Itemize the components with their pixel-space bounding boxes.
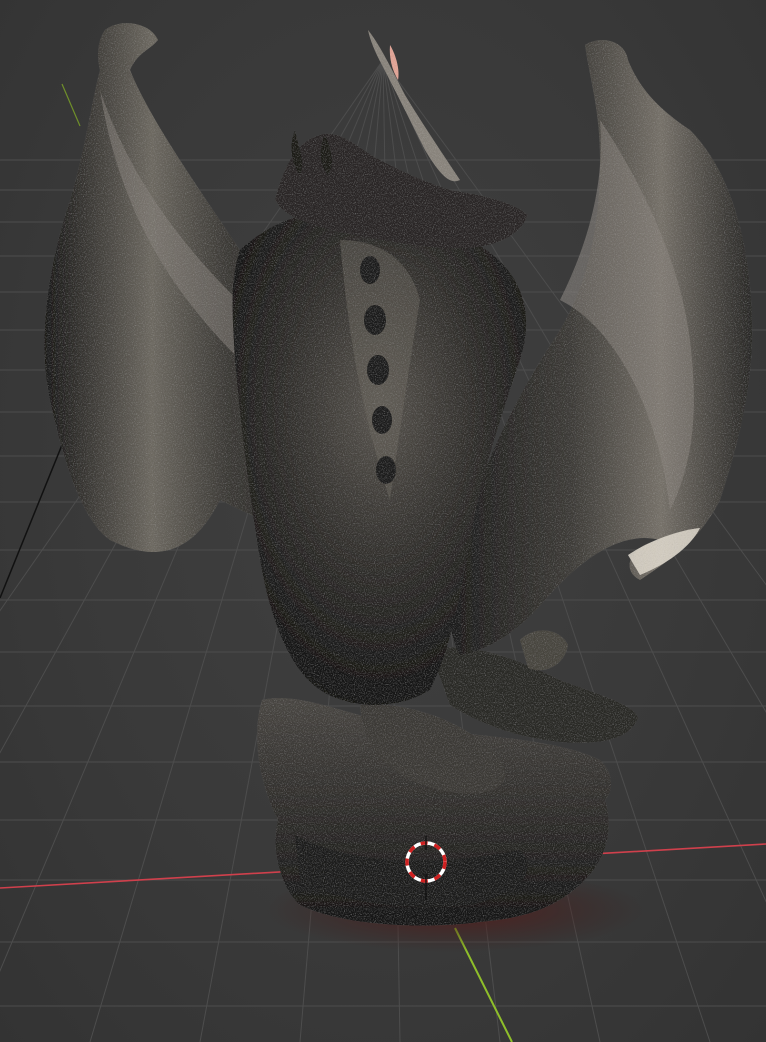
3d-viewport[interactable] — [0, 0, 766, 1042]
horn-spike — [368, 30, 460, 182]
y-axis-line-far — [61, 83, 81, 127]
viewport-canvas[interactable] — [0, 0, 766, 1042]
z-axis-line — [0, 439, 65, 599]
dragon-sculpture[interactable] — [44, 23, 753, 926]
